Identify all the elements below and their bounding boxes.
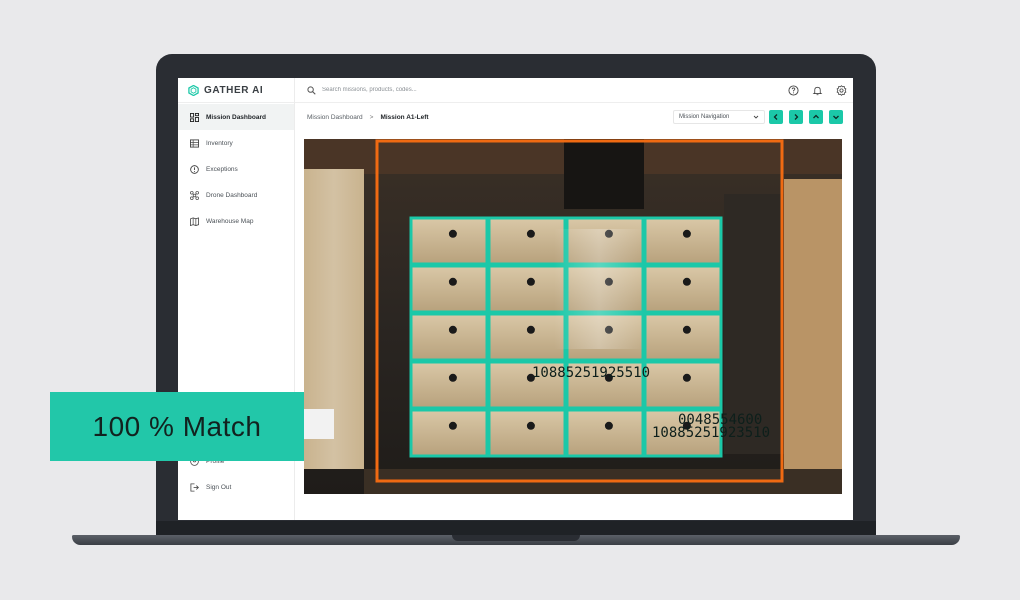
- sidebar-item-label: Exceptions: [206, 165, 238, 173]
- sidebar-item-warehouse-map[interactable]: Warehouse Map: [178, 208, 294, 234]
- carton: [412, 267, 486, 311]
- carton: [646, 363, 720, 407]
- mission-navigation-label: Mission Navigation: [679, 114, 730, 120]
- sidebar-item-label: Mission Dashboard: [206, 113, 266, 121]
- logo-icon: [188, 84, 199, 96]
- carton-mark: [526, 421, 535, 430]
- carton-mark: [604, 421, 613, 430]
- carton: [646, 219, 720, 263]
- barcode-label-3: 10885251923510: [652, 425, 770, 441]
- carton-mark: [682, 277, 691, 286]
- alert-icon: [190, 164, 199, 174]
- camera-feed: 10885251925510 0048554600 10885251923510: [304, 139, 842, 494]
- carton-mark: [526, 277, 535, 286]
- carton: [412, 315, 486, 359]
- next-button[interactable]: [789, 110, 803, 124]
- chevron-right-icon: [794, 114, 799, 120]
- brand-name: GATHER AI: [204, 84, 264, 96]
- chevron-left-icon: [773, 114, 778, 120]
- previous-button[interactable]: [769, 110, 783, 124]
- dark-shelf: [564, 139, 644, 209]
- map-icon: [190, 216, 199, 226]
- carton-mark: [448, 421, 457, 430]
- carton: [490, 267, 564, 311]
- sidebar-item-mission-dashboard[interactable]: Mission Dashboard: [178, 104, 294, 130]
- carton-mark: [682, 373, 691, 382]
- carton-mark: [448, 325, 457, 334]
- carton: [646, 267, 720, 311]
- sidebar-item-label: Inventory: [206, 139, 233, 147]
- sidebar-item-label: Warehouse Map: [206, 217, 254, 225]
- carton: [412, 411, 486, 455]
- bell-icon[interactable]: [812, 85, 823, 96]
- sidebar-item-label: Sign Out: [206, 483, 232, 491]
- carton: [490, 315, 564, 359]
- carton: [412, 219, 486, 263]
- breadcrumb-separator: >: [369, 113, 374, 121]
- mission-navigation-select[interactable]: Mission Navigation: [673, 110, 765, 124]
- barcode-label-left: [304, 409, 334, 439]
- chevron-up-icon: [813, 114, 819, 119]
- drone-icon: [190, 190, 199, 200]
- laptop-notch: [452, 535, 580, 541]
- barcode-label-1: 10885251925510: [532, 365, 650, 381]
- carton-mark: [448, 277, 457, 286]
- carton-mark: [526, 229, 535, 238]
- brand-logo[interactable]: GATHER AI: [178, 78, 294, 103]
- search-input[interactable]: [322, 87, 522, 93]
- carton: [412, 363, 486, 407]
- carton: [568, 411, 642, 455]
- carton: [490, 219, 564, 263]
- match-badge-text: 100 % Match: [92, 410, 262, 442]
- carton-mark: [682, 229, 691, 238]
- sidebar-item-drone-dashboard[interactable]: Drone Dashboard: [178, 182, 294, 208]
- sidebar-item-label: Drone Dashboard: [206, 191, 258, 199]
- breadcrumb-current: Mission A1-Left: [380, 113, 429, 121]
- down-button[interactable]: [829, 110, 843, 124]
- up-button[interactable]: [809, 110, 823, 124]
- top-bar: [295, 78, 853, 103]
- list-icon: [190, 138, 199, 148]
- chevron-down-icon: [753, 115, 759, 119]
- carton: [646, 315, 720, 359]
- carton-mark: [448, 373, 457, 382]
- sign-out-icon: [190, 482, 199, 492]
- sidebar-item-inventory[interactable]: Inventory: [178, 130, 294, 156]
- settings-icon[interactable]: [836, 85, 847, 96]
- breadcrumb: Mission Dashboard > Mission A1-Left Miss…: [295, 103, 853, 131]
- sidebar-item-sign-out[interactable]: Sign Out: [178, 474, 295, 500]
- help-icon[interactable]: [788, 85, 799, 96]
- right-pallet: [784, 179, 842, 469]
- carton-mark: [526, 325, 535, 334]
- warehouse-image: 10885251925510 0048554600 10885251923510: [304, 139, 842, 494]
- breadcrumb-parent[interactable]: Mission Dashboard: [307, 114, 363, 121]
- carton-mark: [682, 325, 691, 334]
- search-icon: [307, 85, 316, 95]
- match-badge: 100 % Match: [50, 392, 304, 461]
- chevron-down-icon: [833, 115, 839, 120]
- dashboard-icon: [190, 112, 199, 122]
- light-glare: [554, 229, 644, 349]
- carton-mark: [448, 229, 457, 238]
- carton: [490, 411, 564, 455]
- sidebar-item-exceptions[interactable]: Exceptions: [178, 156, 294, 182]
